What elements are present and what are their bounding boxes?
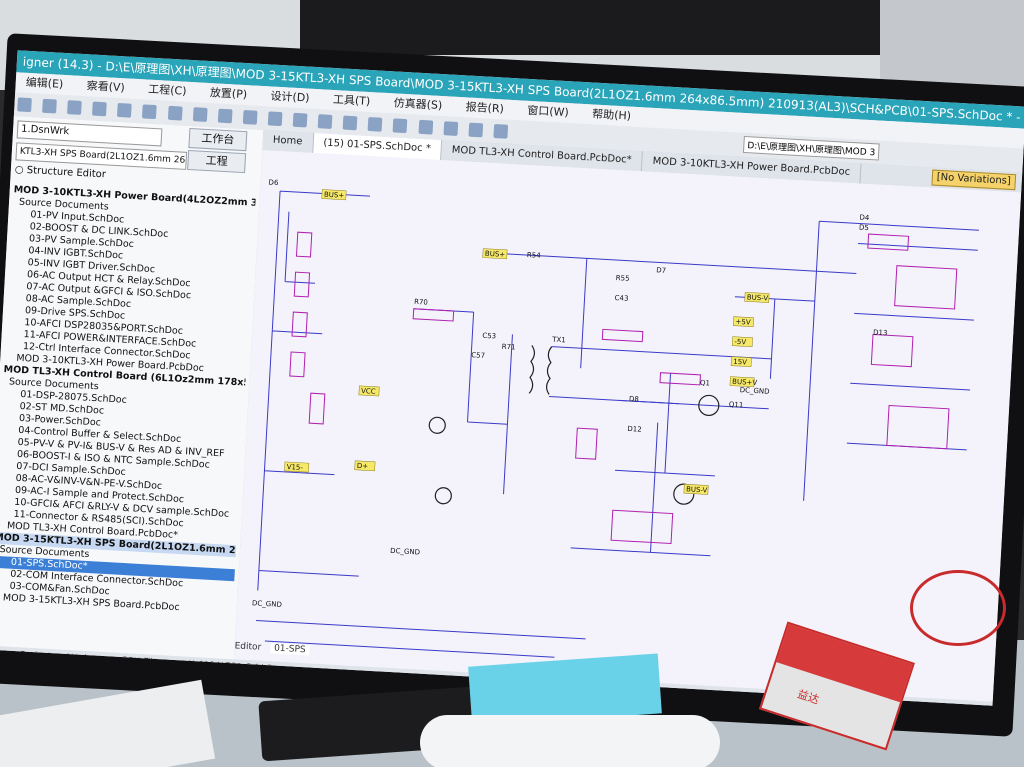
- net-label[interactable]: BUS+: [324, 191, 345, 200]
- port-icon[interactable]: [443, 121, 458, 136]
- designator: R70: [414, 298, 428, 307]
- face-mask: [420, 715, 720, 767]
- workspace-button[interactable]: 工作台: [188, 127, 248, 152]
- designator: Q1: [700, 379, 710, 388]
- net-label[interactable]: 15V: [733, 358, 747, 367]
- designator: C53: [482, 332, 496, 341]
- designator: D13: [873, 328, 888, 337]
- gum-box-label: 益达: [795, 687, 821, 707]
- designator: R54: [527, 251, 542, 260]
- net-label[interactable]: BUS+: [485, 250, 506, 259]
- net-label-icon[interactable]: [342, 115, 358, 131]
- sheet-symbol-icon[interactable]: [417, 119, 433, 135]
- designator: TX1: [551, 336, 566, 345]
- schematic-canvas[interactable]: BUS+ BUS+ BUS-V BUS-V +5V -5V 15V DC_GND…: [233, 150, 1022, 702]
- menu-design[interactable]: 设计(D): [270, 89, 310, 104]
- print-icon[interactable]: [67, 100, 82, 115]
- save-icon[interactable]: [42, 98, 57, 114]
- menu-view[interactable]: 察看(V): [86, 79, 125, 94]
- paste-icon[interactable]: [167, 105, 183, 121]
- net-label[interactable]: DC_GND: [252, 599, 282, 609]
- designator: C57: [471, 351, 485, 360]
- path-field[interactable]: D:\E\原理图\XH\原理图\MOD 3: [742, 135, 880, 161]
- move-icon[interactable]: [192, 107, 208, 122]
- text-icon[interactable]: [493, 123, 508, 139]
- designator: D7: [656, 266, 666, 275]
- designator: D12: [627, 425, 642, 434]
- project-button[interactable]: 工程: [187, 149, 247, 174]
- open-icon[interactable]: [17, 97, 32, 113]
- copy-icon[interactable]: [142, 104, 158, 120]
- monitor-screen: igner (14.3) - D:\E\原理图\XH\原理图\MOD 3-15K…: [0, 50, 1024, 706]
- designator: Q11: [729, 401, 744, 410]
- net-label[interactable]: D+: [357, 462, 369, 471]
- menu-place[interactable]: 放置(P): [210, 86, 248, 101]
- project-tree: MOD 3-10KTL3-XH Power Board(4L2OZ2mm 375…: [0, 184, 256, 617]
- redo-icon[interactable]: [267, 111, 283, 127]
- schematic-drawing: BUS+ BUS+ BUS-V BUS-V +5V -5V 15V DC_GND…: [252, 179, 980, 658]
- structure-editor-label: Structure Editor: [26, 164, 107, 181]
- power-port-icon[interactable]: [367, 116, 383, 132]
- designator: R71: [502, 343, 516, 352]
- menu-edit[interactable]: 编辑(E): [25, 76, 63, 91]
- structure-editor-radio[interactable]: ○ Structure Editor: [15, 164, 107, 180]
- designator: R55: [616, 274, 630, 283]
- menu-reports[interactable]: 报告(R): [465, 100, 504, 115]
- part-icon[interactable]: [392, 118, 408, 134]
- menu-tools[interactable]: 工具(T): [333, 93, 371, 108]
- net-label[interactable]: BUS+V: [732, 378, 758, 387]
- net-label[interactable]: +5V: [735, 318, 751, 327]
- wire-icon[interactable]: [292, 112, 308, 128]
- designator: D6: [268, 179, 279, 188]
- menu-window[interactable]: 窗口(W): [527, 104, 569, 119]
- variations-dropdown[interactable]: [No Variations]: [931, 169, 1017, 191]
- photo-scene: igner (14.3) - D:\E\原理图\XH\原理图\MOD 3-15K…: [0, 0, 1024, 767]
- net-label[interactable]: BUS-V: [686, 485, 708, 494]
- sheet-tab-editor[interactable]: Editor: [234, 641, 261, 652]
- net-label[interactable]: V15-: [286, 463, 303, 472]
- monitor-top-shadow: [300, 0, 880, 55]
- net-label[interactable]: DC_GND: [739, 386, 769, 396]
- red-cable: [910, 570, 1006, 646]
- menu-simulator[interactable]: 仿真器(S): [393, 96, 442, 112]
- designator: C43: [614, 294, 628, 303]
- undo-icon[interactable]: [242, 109, 258, 125]
- zoom-icon[interactable]: [92, 101, 108, 117]
- designator: D5: [859, 224, 869, 233]
- menu-help[interactable]: 帮助(H): [592, 107, 632, 122]
- designator: D8: [629, 395, 639, 404]
- net-label[interactable]: VCC: [361, 387, 376, 396]
- menu-project[interactable]: 工程(C): [148, 83, 187, 98]
- no-erc-icon[interactable]: [468, 122, 483, 138]
- designator: D4: [859, 214, 870, 223]
- tab-home[interactable]: Home: [262, 130, 314, 153]
- net-label[interactable]: -5V: [734, 338, 746, 347]
- workspace-select[interactable]: 1.DsnWrk: [16, 120, 163, 147]
- cut-icon[interactable]: [117, 102, 133, 118]
- sheet-tab-sps[interactable]: 01-SPS: [269, 643, 310, 656]
- projects-panel: 1.DsnWrk 工作台 KTL3-XH SPS Board(2L1OZ1.6m…: [0, 116, 265, 660]
- bus-icon[interactable]: [317, 114, 333, 129]
- select-icon[interactable]: [217, 108, 233, 124]
- net-label[interactable]: DC_GND: [390, 547, 420, 557]
- net-label[interactable]: BUS-V: [747, 293, 769, 302]
